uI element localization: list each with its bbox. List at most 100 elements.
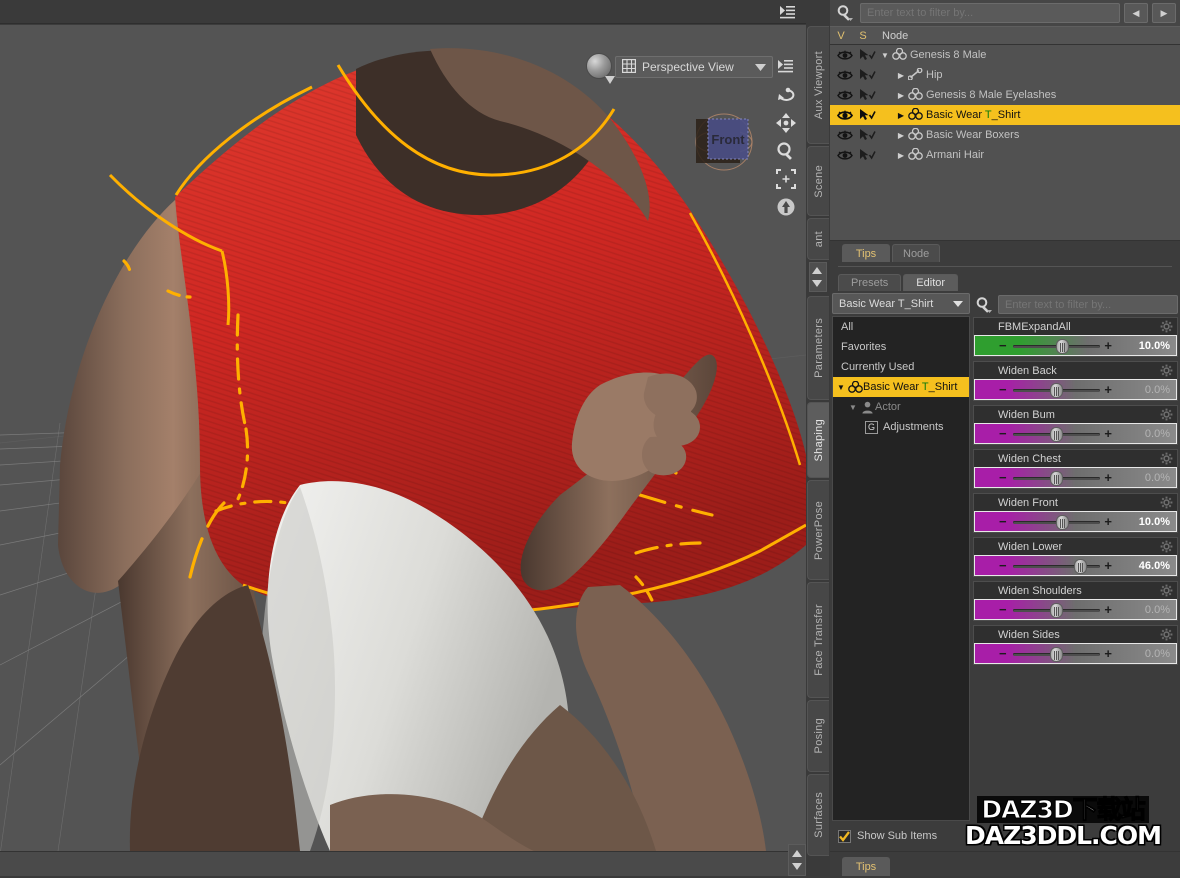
frame-icon[interactable] — [772, 165, 800, 193]
increment-icon[interactable]: + — [1104, 471, 1112, 484]
vtab-face-transfer[interactable]: Face Transfer — [807, 582, 829, 698]
tab-tips-bottom[interactable]: Tips — [842, 857, 890, 876]
vtab-scroll-spinner[interactable] — [809, 262, 827, 292]
decrement-icon[interactable]: − — [999, 427, 1007, 440]
group-twisty[interactable]: ▼ — [849, 403, 859, 412]
vtab-surfaces[interactable]: Surfaces — [807, 774, 829, 856]
scene-node-genesis-8-male[interactable]: ▼ Genesis 8 Male — [830, 45, 1180, 65]
camera-dropdown-icon[interactable] — [605, 75, 615, 87]
property-slider[interactable]: − + 10.0% — [974, 511, 1177, 532]
group-item-actor[interactable]: ▼ Actor — [833, 397, 969, 417]
vtab-posing[interactable]: Posing — [807, 700, 829, 772]
scene-filter-input[interactable] — [860, 3, 1120, 23]
property-slider[interactable]: − + 10.0% — [974, 335, 1177, 356]
object-selector[interactable]: Basic Wear T_Shirt — [832, 293, 970, 314]
property-value[interactable]: 0.0% — [1145, 604, 1170, 616]
visibility-eye-icon[interactable] — [834, 70, 856, 81]
increment-icon[interactable]: + — [1104, 515, 1112, 528]
decrement-icon[interactable]: − — [999, 339, 1007, 352]
decrement-icon[interactable]: − — [999, 383, 1007, 396]
tree-twisty[interactable]: ▶ — [894, 131, 908, 140]
decrement-icon[interactable]: − — [999, 515, 1007, 528]
search-icon[interactable] — [834, 3, 856, 23]
selectable-cursor-icon[interactable] — [856, 69, 878, 81]
slider-knob[interactable] — [1056, 515, 1069, 530]
scene-prev-button[interactable]: ◀ — [1124, 3, 1148, 23]
property-filter-input[interactable] — [998, 295, 1178, 314]
panel-splitter[interactable] — [830, 262, 1180, 271]
vertical-tab-strip[interactable]: Aux Viewport Scene ant Parameters Shapin… — [806, 0, 830, 876]
vtab-parameters[interactable]: Parameters — [807, 296, 829, 400]
visibility-eye-icon[interactable] — [834, 150, 856, 161]
group-twisty[interactable]: ▼ — [837, 383, 847, 392]
gear-icon[interactable] — [1160, 584, 1173, 600]
tab-tips[interactable]: Tips — [842, 244, 890, 262]
vtab-scene[interactable]: Scene — [807, 146, 829, 216]
scene-bottom-tabs[interactable]: Tips Node — [830, 240, 1180, 262]
tree-twisty[interactable]: ▼ — [878, 51, 892, 60]
slider-knob[interactable] — [1050, 383, 1063, 398]
scene-node-armani-hair[interactable]: ▶ Armani Hair — [830, 145, 1180, 165]
visibility-eye-icon[interactable] — [834, 50, 856, 61]
shaping-tabs[interactable]: Presets Editor — [830, 271, 1180, 291]
slider-knob[interactable] — [1050, 471, 1063, 486]
chevron-down-icon[interactable] — [755, 60, 766, 74]
property-value[interactable]: 46.0% — [1139, 560, 1170, 572]
scene-node-eyelashes[interactable]: ▶ Genesis 8 Male Eyelashes — [830, 85, 1180, 105]
tree-twisty[interactable]: ▶ — [894, 71, 908, 80]
group-item-favorites[interactable]: Favorites — [833, 337, 969, 357]
tab-editor[interactable]: Editor — [903, 274, 958, 291]
property-list[interactable]: FBMExpandAll − + 10.0% — [973, 316, 1178, 821]
increment-icon[interactable]: + — [1104, 603, 1112, 616]
visibility-eye-icon[interactable] — [834, 110, 856, 121]
tree-twisty[interactable]: ▶ — [894, 91, 908, 100]
shaping-group-list[interactable]: All Favorites Currently Used ▼ Basic Wea… — [832, 316, 970, 821]
property-value[interactable]: 0.0% — [1145, 648, 1170, 660]
scene-tree[interactable]: ▼ Genesis 8 Male ▶ Hip — [830, 45, 1180, 240]
slider-knob[interactable] — [1050, 427, 1063, 442]
slider-knob[interactable] — [1050, 603, 1063, 618]
gear-icon[interactable] — [1160, 408, 1173, 424]
property-value[interactable]: 10.0% — [1139, 516, 1170, 528]
scene-node-basic-wear-t-shirt[interactable]: ▶ Basic Wear T_Shirt — [830, 105, 1180, 125]
tree-twisty[interactable]: ▶ — [894, 111, 908, 120]
tab-presets[interactable]: Presets — [838, 274, 901, 291]
property-value[interactable]: 0.0% — [1145, 428, 1170, 440]
property-slider[interactable]: − + 0.0% — [974, 423, 1177, 444]
column-selectable[interactable]: S — [852, 30, 874, 42]
tree-twisty[interactable]: ▶ — [894, 151, 908, 160]
property-value[interactable]: 0.0% — [1145, 384, 1170, 396]
show-sub-items-checkbox[interactable] — [838, 830, 851, 843]
shaping-bottom-tabs[interactable]: Tips — [830, 851, 1180, 876]
increment-icon[interactable]: + — [1104, 559, 1112, 572]
column-visible[interactable]: V — [830, 30, 852, 42]
selectable-cursor-icon[interactable] — [856, 49, 878, 61]
decrement-icon[interactable]: − — [999, 559, 1007, 572]
column-node[interactable]: Node — [874, 30, 1180, 42]
group-item-adjustments[interactable]: G Adjustments — [833, 417, 969, 437]
gear-icon[interactable] — [1160, 540, 1173, 556]
decrement-icon[interactable]: − — [999, 603, 1007, 616]
property-slider[interactable]: − + 46.0% — [974, 555, 1177, 576]
property-value[interactable]: 0.0% — [1145, 472, 1170, 484]
scene-next-button[interactable]: ▶ — [1152, 3, 1176, 23]
pan-icon[interactable] — [772, 109, 800, 137]
scene-node-basic-wear-boxers[interactable]: ▶ Basic Wear Boxers — [830, 125, 1180, 145]
gear-icon[interactable] — [1160, 452, 1173, 468]
selectable-cursor-icon[interactable] — [856, 149, 878, 161]
tab-node[interactable]: Node — [892, 244, 940, 262]
property-slider[interactable]: − + 0.0% — [974, 599, 1177, 620]
visibility-eye-icon[interactable] — [834, 130, 856, 141]
slider-knob[interactable] — [1050, 647, 1063, 662]
orbit-icon[interactable] — [772, 81, 800, 109]
vtab-shaping[interactable]: Shaping — [807, 402, 829, 478]
group-item-all[interactable]: All — [833, 317, 969, 337]
property-value[interactable]: 10.0% — [1139, 340, 1170, 352]
gear-icon[interactable] — [1160, 364, 1173, 380]
scene-node-hip[interactable]: ▶ Hip — [830, 65, 1180, 85]
slider-knob[interactable] — [1074, 559, 1087, 574]
increment-icon[interactable]: + — [1104, 427, 1112, 440]
zoom-icon[interactable] — [772, 137, 800, 165]
vtab-powerpose[interactable]: PowerPose — [807, 480, 829, 580]
reset-view-icon[interactable] — [772, 193, 800, 221]
